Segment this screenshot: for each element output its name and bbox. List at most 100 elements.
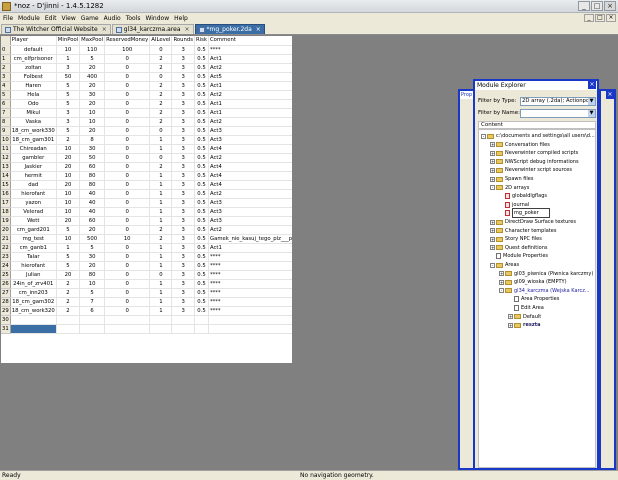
table-cell[interactable]: 20 bbox=[56, 153, 81, 163]
table-row[interactable]: 6 Odo 5 20 0 2 3 0.5 Act1 bbox=[1, 99, 292, 109]
row-number[interactable]: 16 bbox=[1, 189, 11, 199]
table-cell[interactable]: 30 bbox=[79, 144, 106, 154]
table-cell[interactable]: 40 bbox=[79, 189, 106, 199]
table-cell[interactable] bbox=[79, 324, 106, 334]
row-number[interactable]: 9 bbox=[1, 126, 11, 136]
chevron-down-icon[interactable]: ▼ bbox=[588, 98, 595, 105]
menu-module[interactable]: Module bbox=[18, 15, 40, 22]
table-cell[interactable]: 80 bbox=[79, 171, 106, 181]
tab-1[interactable]: The Witcher Official Website × bbox=[1, 24, 111, 34]
table-cell[interactable]: yazon bbox=[10, 198, 57, 208]
row-number[interactable]: 22 bbox=[1, 243, 11, 253]
table-cell[interactable]: 20 bbox=[79, 261, 106, 271]
table-cell[interactable]: Haren bbox=[10, 81, 57, 91]
table-row[interactable]: 15 dad 20 80 0 1 3 0.5 Act4 bbox=[1, 180, 292, 190]
table-cell[interactable]: 0.5 bbox=[194, 99, 209, 109]
table-cell[interactable]: 1 bbox=[149, 279, 173, 289]
table-cell[interactable]: Wett bbox=[10, 216, 57, 226]
table-cell[interactable]: 0 bbox=[104, 225, 151, 235]
table-cell[interactable]: default bbox=[10, 45, 57, 55]
table-cell[interactable]: 2 bbox=[56, 288, 81, 298]
table-cell[interactable]: 5 bbox=[56, 252, 81, 262]
table-cell[interactable]: 0.5 bbox=[194, 216, 209, 226]
table-cell[interactable]: 3 bbox=[171, 108, 195, 118]
tree-node[interactable]: + gl03_piwnica (Piwnica karczmy) bbox=[499, 270, 593, 278]
table-cell[interactable]: 18_cm_gam301 bbox=[10, 135, 57, 145]
table-cell[interactable]: 0 bbox=[149, 45, 173, 55]
table-cell[interactable]: 0 bbox=[104, 207, 151, 217]
properties-panel[interactable]: Prop bbox=[458, 89, 473, 470]
table-cell[interactable]: Act1 bbox=[208, 108, 292, 118]
table-cell[interactable]: 2 bbox=[149, 108, 173, 118]
table-cell[interactable]: Act1 bbox=[208, 243, 292, 253]
table-cell[interactable]: 5 bbox=[56, 225, 81, 235]
tree-node[interactable]: globaldlgflags bbox=[499, 192, 547, 200]
doc-minimize-button[interactable]: _ bbox=[584, 14, 594, 22]
table-cell[interactable]: 10 bbox=[56, 234, 81, 244]
row-number[interactable]: 17 bbox=[1, 198, 11, 208]
corner-cell[interactable] bbox=[1, 36, 11, 46]
table-cell[interactable]: 3 bbox=[171, 144, 195, 154]
table-cell[interactable]: 2 bbox=[56, 135, 81, 145]
tree-node[interactable]: + Spawn files bbox=[490, 175, 533, 183]
table-cell[interactable]: 0 bbox=[104, 72, 151, 82]
menu-audio[interactable]: Audio bbox=[104, 15, 121, 22]
2da-grid-editor[interactable]: Player MinPool MaxPool ReservedMoney AILevel… bbox=[1, 36, 292, 363]
table-cell[interactable]: 0.5 bbox=[194, 198, 209, 208]
table-cell[interactable]: 0 bbox=[104, 198, 151, 208]
filter-name-input[interactable]: ▼ bbox=[520, 109, 596, 118]
row-number[interactable]: 14 bbox=[1, 171, 11, 181]
tree-node[interactable]: - Areas bbox=[490, 261, 519, 269]
expand-icon[interactable]: + bbox=[499, 279, 504, 285]
table-cell[interactable]: 5 bbox=[56, 261, 81, 271]
table-cell[interactable]: 0 bbox=[104, 189, 151, 199]
table-cell[interactable]: 2 bbox=[149, 234, 173, 244]
column-header[interactable]: MinPool bbox=[56, 36, 81, 46]
table-cell[interactable]: 3 bbox=[171, 54, 195, 64]
table-cell[interactable]: Act5 bbox=[208, 72, 292, 82]
table-cell[interactable]: 0.5 bbox=[194, 72, 209, 82]
table-cell[interactable] bbox=[10, 324, 57, 334]
table-cell[interactable]: Act4 bbox=[208, 171, 292, 181]
table-cell[interactable]: 0 bbox=[104, 270, 151, 280]
expand-icon[interactable]: + bbox=[490, 142, 495, 148]
table-row[interactable]: 17 yazon 10 40 0 1 3 0.5 Act3 bbox=[1, 198, 292, 208]
row-number[interactable]: 27 bbox=[1, 288, 11, 298]
tree-node[interactable]: Edit Area bbox=[508, 304, 544, 312]
table-row[interactable]: 21 mg_test 10 500 10 2 3 0.5 Gamek_nie_kasuj_teg… bbox=[1, 234, 292, 244]
tab-2[interactable]: gl34_karczma.area × bbox=[111, 24, 194, 34]
table-cell[interactable]: 2 bbox=[56, 306, 81, 316]
table-cell[interactable]: 50 bbox=[79, 153, 106, 163]
table-cell[interactable]: 10 bbox=[56, 198, 81, 208]
table-cell[interactable]: 0 bbox=[104, 252, 151, 262]
table-cell[interactable]: 0 bbox=[149, 126, 173, 136]
table-cell[interactable]: 3 bbox=[171, 81, 195, 91]
expand-icon[interactable]: + bbox=[508, 314, 513, 320]
table-cell[interactable]: 0.5 bbox=[194, 63, 209, 73]
menu-help[interactable]: Help bbox=[174, 15, 188, 22]
doc-restore-button[interactable]: □ bbox=[595, 14, 605, 22]
table-cell[interactable]: hierofant bbox=[10, 261, 57, 271]
table-cell[interactable]: 3 bbox=[171, 99, 195, 109]
table-cell[interactable]: 2 bbox=[149, 81, 173, 91]
table-cell[interactable]: hierofant bbox=[10, 189, 57, 199]
table-cell[interactable]: 0.5 bbox=[194, 234, 209, 244]
table-row[interactable]: 18 Velerad 10 40 0 1 3 0.5 Act3 bbox=[1, 207, 292, 217]
table-cell[interactable]: 0 bbox=[104, 243, 151, 253]
table-cell[interactable]: 2 bbox=[56, 297, 81, 307]
table-cell[interactable]: 3 bbox=[56, 117, 81, 127]
table-row[interactable]: 1 cm_elfprisoner 1 5 0 2 3 0.5 Act1 bbox=[1, 54, 292, 64]
column-header[interactable]: Player bbox=[10, 36, 57, 46]
tree-node[interactable]: + Neverwinter script sources bbox=[490, 166, 572, 174]
column-header[interactable]: AILevel bbox=[149, 36, 173, 46]
table-cell[interactable]: 0.5 bbox=[194, 297, 209, 307]
table-cell[interactable]: Vaska bbox=[10, 117, 57, 127]
table-cell[interactable]: 0.5 bbox=[194, 162, 209, 172]
table-cell[interactable]: 3 bbox=[171, 306, 195, 316]
column-header[interactable]: MaxPool bbox=[79, 36, 106, 46]
table-row[interactable]: 9 18_cm_work330 5 20 0 0 3 0.5 Act3 bbox=[1, 126, 292, 136]
tree-node[interactable]: + Conversation files bbox=[490, 141, 550, 149]
close-button[interactable]: × bbox=[604, 1, 616, 11]
table-cell[interactable]: 3 bbox=[171, 72, 195, 82]
table-cell[interactable]: Mikul bbox=[10, 108, 57, 118]
